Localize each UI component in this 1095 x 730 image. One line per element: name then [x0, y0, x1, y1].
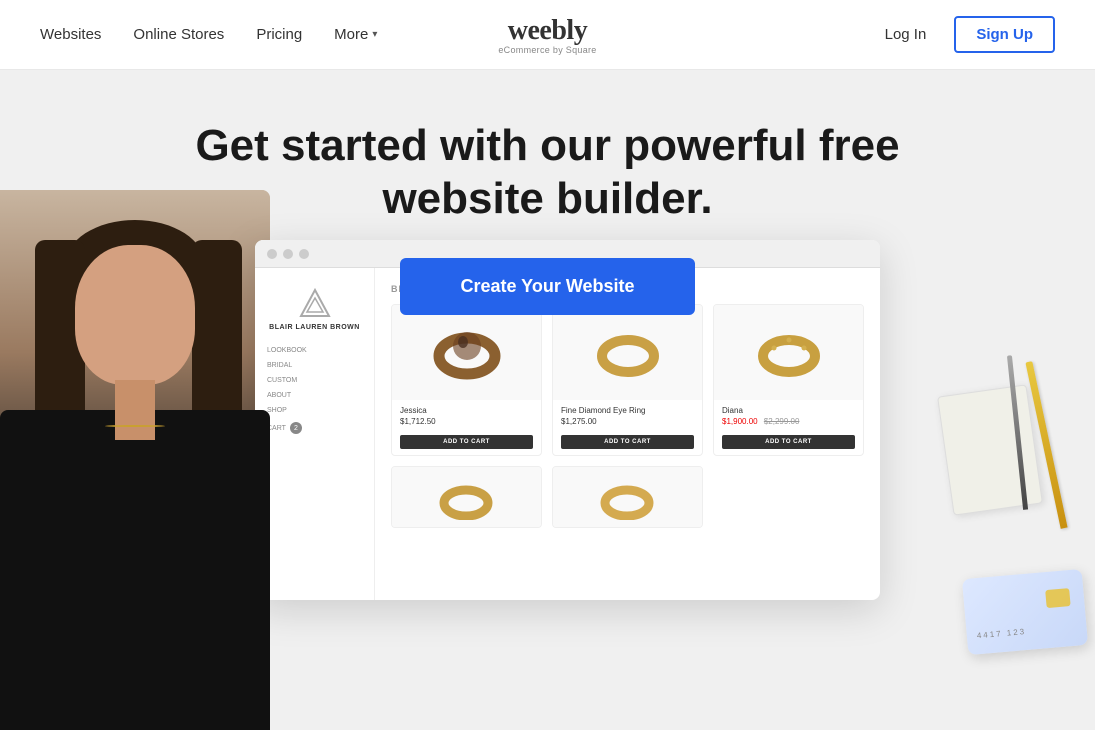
hero-doodles: 4417 123: [925, 350, 1095, 730]
product-card-jessica: Jessica $1,712.50 ADD TO CART: [391, 304, 542, 456]
store-nav-about[interactable]: ABOUT: [267, 388, 362, 403]
product-image-jessica: [392, 305, 541, 400]
store-main: BEST SELLERS Jessica: [375, 268, 880, 600]
ring-diamond-svg: [593, 318, 663, 388]
create-website-button[interactable]: Create Your Website: [400, 258, 694, 315]
product-name-diamond: Fine Diamond Eye Ring: [561, 406, 694, 415]
product-card-row2-2: [552, 466, 703, 528]
nav-links: Websites Online Stores Pricing More ▾: [40, 26, 377, 43]
ring-diana-svg: [754, 318, 824, 388]
product-image-diana: [714, 305, 863, 400]
product-image-diamond: [553, 305, 702, 400]
logo-tagline: eCommerce by Square: [498, 45, 596, 55]
store-nav-cart[interactable]: CART 2: [267, 418, 362, 438]
hero-title: Get started with our powerful free websi…: [188, 120, 908, 226]
product-card-diamond: Fine Diamond Eye Ring $1,275.00 ADD TO C…: [552, 304, 703, 456]
product-price-diamond: $1,275.00: [561, 417, 694, 426]
store-nav-bridal[interactable]: BRIDAL: [267, 358, 362, 373]
logo[interactable]: weebly eCommerce by Square: [498, 15, 596, 55]
product-info-jessica: Jessica $1,712.50 ADD TO CART: [392, 400, 541, 455]
product-image-row2-1: [392, 467, 541, 527]
store-nav-lookbook[interactable]: LOOKBOOK: [267, 343, 362, 358]
product-name-jessica: Jessica: [400, 406, 533, 415]
product-price-diana: $1,900.00 $2,299.00: [722, 417, 855, 426]
doodle-credit-card: 4417 123: [962, 569, 1088, 655]
hero-section: Get started with our powerful free websi…: [0, 70, 1095, 730]
navbar: Websites Online Stores Pricing More ▾ we…: [0, 0, 1095, 70]
login-button[interactable]: Log In: [873, 18, 939, 51]
hero-headline: Get started with our powerful free websi…: [0, 70, 1095, 226]
chevron-down-icon: ▾: [372, 29, 377, 40]
products-grid: Jessica $1,712.50 ADD TO CART: [391, 304, 864, 456]
nav-more[interactable]: More ▾: [334, 26, 377, 43]
ring-row2-1-svg: [439, 475, 494, 520]
store-nav-shop[interactable]: SHOP: [267, 403, 362, 418]
ring-jessica-svg: [432, 318, 502, 388]
hero-cta: Create Your Website: [0, 258, 1095, 315]
add-to-cart-diana[interactable]: ADD TO CART: [722, 435, 855, 449]
nav-auth: Log In Sign Up: [873, 16, 1055, 53]
products-grid-row2: [391, 466, 864, 528]
add-to-cart-diamond[interactable]: ADD TO CART: [561, 435, 694, 449]
doodle-notebook: [937, 384, 1043, 515]
store-brand-name: BLAIR LAUREN BROWN: [269, 324, 360, 331]
product-name-diana: Diana: [722, 406, 855, 415]
store-sidebar: BLAIR LAUREN BROWN LOOKBOOK BRIDAL CUSTO…: [255, 268, 375, 600]
add-to-cart-jessica[interactable]: ADD TO CART: [400, 435, 533, 449]
product-card-diana: Diana $1,900.00 $2,299.00 ADD TO CART: [713, 304, 864, 456]
product-image-row2-2: [553, 467, 702, 527]
nav-websites[interactable]: Websites: [40, 26, 101, 43]
cart-count-badge: 2: [290, 422, 302, 434]
nav-online-stores[interactable]: Online Stores: [133, 26, 224, 43]
browser-body: BLAIR LAUREN BROWN LOOKBOOK BRIDAL CUSTO…: [255, 268, 880, 600]
product-info-diamond: Fine Diamond Eye Ring $1,275.00 ADD TO C…: [553, 400, 702, 455]
product-original-price-diana: $2,299.00: [764, 417, 800, 426]
signup-button[interactable]: Sign Up: [954, 16, 1055, 53]
product-info-diana: Diana $1,900.00 $2,299.00 ADD TO CART: [714, 400, 863, 455]
logo-wordmark: weebly: [508, 15, 587, 47]
nav-pricing[interactable]: Pricing: [256, 26, 302, 43]
product-sale-price-diana: $1,900.00: [722, 417, 758, 426]
store-nav-custom[interactable]: CUSTOM: [267, 373, 362, 388]
product-card-row2-1: [391, 466, 542, 528]
product-price-jessica: $1,712.50: [400, 417, 533, 426]
ring-row2-2-svg: [600, 475, 655, 520]
